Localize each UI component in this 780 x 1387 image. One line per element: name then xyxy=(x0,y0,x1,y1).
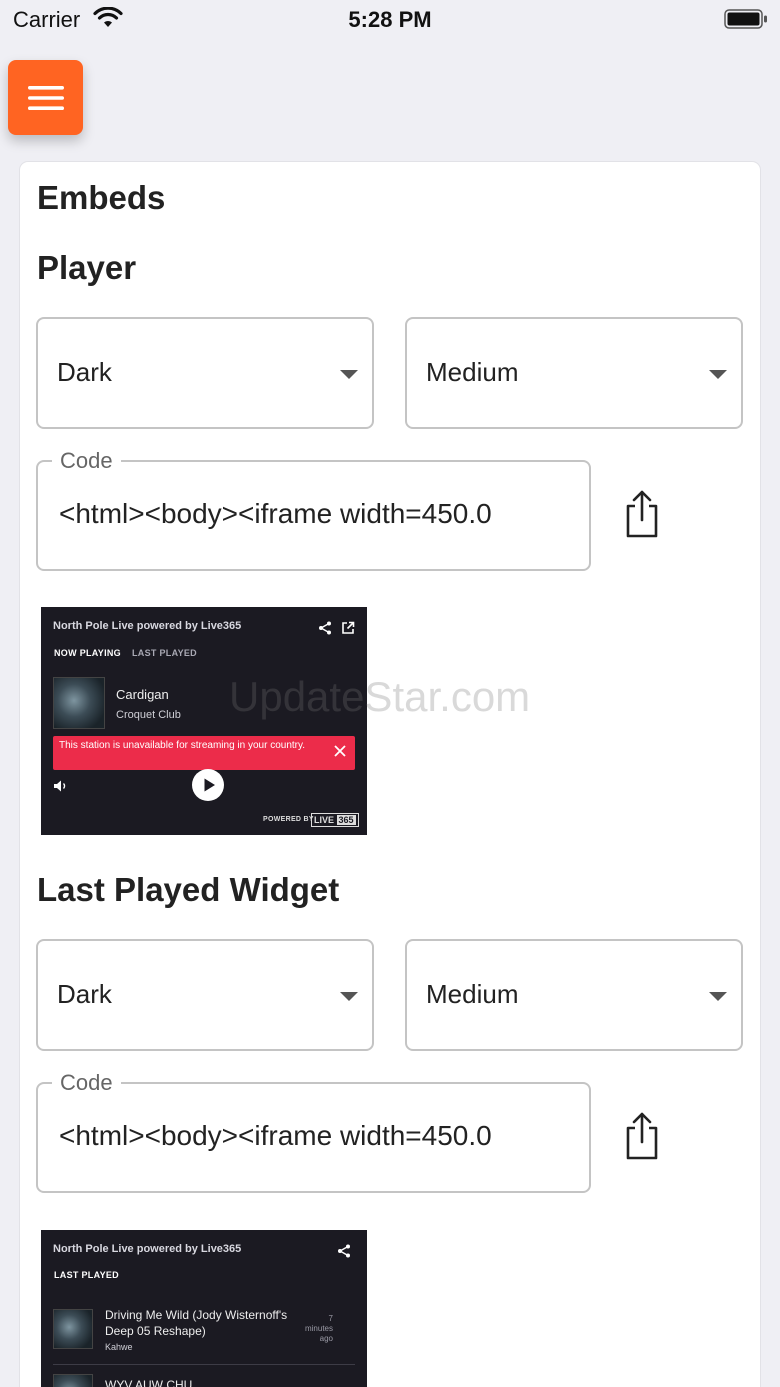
status-bar: Carrier 5:28 PM xyxy=(0,0,780,40)
last-played-code-value[interactable]: <html><body><iframe width=450.0 xyxy=(59,1120,579,1152)
chevron-down-icon xyxy=(709,370,727,379)
battery-icon xyxy=(724,9,767,29)
player-code-field[interactable]: Code <html><body><iframe width=450.0 xyxy=(36,448,591,571)
hamburger-icon xyxy=(27,85,64,110)
chevron-down-icon xyxy=(709,992,727,1001)
last-played-code-field[interactable]: Code <html><body><iframe width=450.0 xyxy=(36,1070,591,1193)
album-art xyxy=(53,1374,93,1387)
tab-last-played[interactable]: LAST PLAYED xyxy=(54,1270,119,1280)
share-icon[interactable] xyxy=(318,621,332,635)
brand-left: LIVE xyxy=(314,815,335,825)
song-title: Cardigan xyxy=(116,687,169,702)
play-icon xyxy=(204,778,215,792)
unavailable-alert: This station is unavailable for streamin… xyxy=(53,736,355,770)
last-played-size-select[interactable]: Medium xyxy=(405,939,743,1051)
player-code-value[interactable]: <html><body><iframe width=450.0 xyxy=(59,498,579,530)
player-embed-preview: North Pole Live powered by Live365 NOW P… xyxy=(41,607,367,835)
album-art xyxy=(53,1309,93,1349)
external-link-icon[interactable] xyxy=(341,621,355,635)
player-code-label: Code xyxy=(52,448,121,474)
volume-icon[interactable] xyxy=(53,779,69,793)
watermark: UpdateStar.com xyxy=(229,673,531,720)
last-played-theme-value: Dark xyxy=(57,979,112,1009)
player-theme-select[interactable]: Dark xyxy=(36,317,374,429)
share-icon xyxy=(626,1112,658,1160)
embeds-card: Embeds Player Dark Medium Code <html><bo… xyxy=(20,162,760,1387)
last-played-code-label: Code xyxy=(52,1070,121,1096)
track-artist: Kahwe xyxy=(105,1342,133,1352)
tab-now-playing[interactable]: NOW PLAYING xyxy=(54,648,121,658)
album-art xyxy=(53,677,105,729)
last-played-share-button[interactable] xyxy=(622,1111,662,1161)
station-title: North Pole Live powered by Live365 xyxy=(53,1243,242,1255)
play-button[interactable] xyxy=(192,769,224,801)
track-title-line1: Driving Me Wild (Jody Wisternoff's xyxy=(105,1308,288,1322)
status-time: 5:28 PM xyxy=(348,7,432,32)
share-icon[interactable] xyxy=(337,1244,351,1258)
close-icon[interactable] xyxy=(333,744,347,758)
page-title: Embeds xyxy=(37,179,166,216)
track-title-line2: Deep 05 Reshape) xyxy=(105,1324,206,1338)
station-title: North Pole Live powered by Live365 xyxy=(53,620,242,632)
player-size-select[interactable]: Medium xyxy=(405,317,743,429)
player-theme-value: Dark xyxy=(57,357,112,387)
player-size-value: Medium xyxy=(426,357,519,387)
live365-logo: LIVE 365 xyxy=(311,813,359,827)
tab-last-played[interactable]: LAST PLAYED xyxy=(132,648,197,658)
last-played-embed-preview: North Pole Live powered by Live365 LAST … xyxy=(41,1230,367,1387)
brand-right: 365 xyxy=(336,815,356,825)
alert-text: This station is unavailable for streamin… xyxy=(59,740,306,751)
chevron-down-icon xyxy=(340,370,358,379)
last-played-size-value: Medium xyxy=(426,979,519,1009)
share-icon xyxy=(626,490,658,538)
player-share-button[interactable] xyxy=(622,489,662,539)
menu-button[interactable] xyxy=(8,60,83,135)
last-played-heading: Last Played Widget xyxy=(37,871,340,908)
player-heading: Player xyxy=(37,249,137,286)
played-ago-number: 7 xyxy=(328,1314,333,1323)
played-ago-word: ago xyxy=(319,1334,333,1343)
artist-name: Croquet Club xyxy=(116,709,181,721)
list-divider xyxy=(53,1364,355,1365)
track-title-line1: WYV AUW CHU xyxy=(105,1378,193,1387)
last-played-theme-select[interactable]: Dark xyxy=(36,939,374,1051)
played-ago-unit: minutes xyxy=(304,1324,333,1333)
chevron-down-icon xyxy=(340,992,358,1001)
powered-by-label: POWERED BY xyxy=(263,816,314,823)
